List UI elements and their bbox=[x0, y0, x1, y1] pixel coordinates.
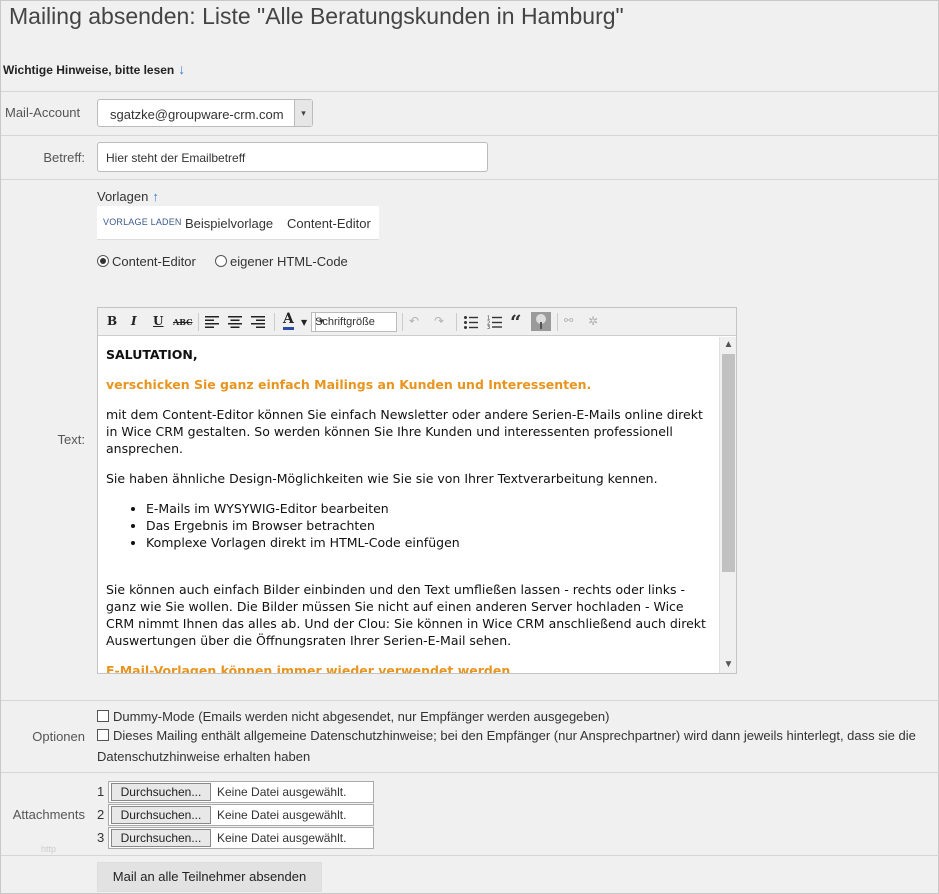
subject-input[interactable]: Hier steht der Emailbetreff bbox=[97, 142, 488, 172]
important-hints-link[interactable]: Wichtige Hinweise, bitte lesen ↓ bbox=[3, 61, 185, 77]
editor-content[interactable]: SALUTATION, verschicken Sie ganz einfach… bbox=[98, 337, 718, 673]
list-item: E-Mails im WYSYWIG-Editor bearbeiten bbox=[146, 500, 710, 517]
arrow-down-icon: ↓ bbox=[178, 61, 186, 77]
attachments-label: Attachments bbox=[12, 807, 85, 822]
chevron-down-icon[interactable]: ▼ bbox=[301, 318, 307, 327]
load-template-button[interactable]: VORLAGE LADEN bbox=[103, 217, 182, 227]
chevron-up-icon[interactable]: ▲ bbox=[720, 337, 737, 353]
browse-button[interactable]: Durchsuchen... bbox=[111, 783, 211, 801]
attachment-number: 2 bbox=[97, 807, 105, 822]
chevron-down-icon: ▼ bbox=[315, 313, 327, 331]
content-editor: B I U ABC A ▼ Schriftgröße ▼ ↶ ↷ 123 “ ⚯ bbox=[97, 307, 737, 674]
privacy-option[interactable]: Dieses Mailing enthält allgemeine Datens… bbox=[97, 728, 916, 743]
list-item: Komplexe Vorlagen direkt im HTML-Code ei… bbox=[146, 534, 710, 551]
radio-label: eigener HTML-Code bbox=[230, 254, 348, 269]
radio-label: Content-Editor bbox=[112, 254, 196, 269]
browse-button[interactable]: Durchsuchen... bbox=[111, 806, 211, 824]
align-left-icon[interactable] bbox=[205, 316, 219, 328]
toolbar-separator bbox=[402, 313, 403, 331]
toolbar-separator bbox=[198, 313, 199, 331]
toolbar-separator bbox=[456, 313, 457, 331]
paragraph: Sie haben ähnliche Design-Möglichkeiten … bbox=[106, 471, 658, 486]
bold-button[interactable]: B bbox=[107, 314, 117, 328]
file-status: Keine Datei ausgewählt. bbox=[217, 785, 347, 799]
divider bbox=[1, 855, 939, 856]
browse-button[interactable]: Durchsuchen... bbox=[111, 829, 211, 847]
paragraph: Sie können auch einfach Bilder einbinden… bbox=[106, 582, 706, 648]
redo-icon[interactable]: ↷ bbox=[434, 314, 444, 328]
divider bbox=[1, 772, 939, 773]
link-icon[interactable]: ⚯ bbox=[564, 314, 573, 327]
attachment-number: 3 bbox=[97, 830, 105, 845]
underline-button[interactable]: U bbox=[153, 314, 163, 328]
page-title: Mailing absenden: Liste "Alle Beratungsk… bbox=[9, 3, 624, 29]
chevron-down-icon[interactable]: ▾ bbox=[294, 100, 312, 126]
numbered-list-icon[interactable]: 123 bbox=[487, 315, 502, 329]
headline: verschicken Sie ganz einfach Mailings an… bbox=[106, 377, 592, 392]
vorlagen-label: Vorlagen bbox=[97, 189, 149, 204]
italic-button[interactable]: I bbox=[131, 314, 137, 328]
text-label: Text: bbox=[57, 432, 85, 447]
optionen-label: Optionen bbox=[32, 729, 85, 744]
template-item[interactable]: Content-Editor bbox=[287, 216, 371, 231]
radio-html-code[interactable]: eigener HTML-Code bbox=[215, 254, 348, 269]
headline: E-Mail-Vorlagen können immer wieder verw… bbox=[106, 663, 511, 673]
divider bbox=[1, 700, 939, 701]
scrollbar-thumb[interactable] bbox=[722, 354, 735, 572]
vorlagen-toggle[interactable]: Vorlagen ↑ bbox=[97, 189, 159, 204]
dummy-mode-option[interactable]: Dummy-Mode (Emails werden nicht abgesend… bbox=[97, 709, 609, 724]
toolbar-separator bbox=[274, 313, 275, 331]
mail-account-select[interactable]: sgatzke@groupware-crm.com ▾ bbox=[97, 99, 313, 127]
align-right-icon[interactable] bbox=[251, 316, 265, 328]
font-size-select[interactable]: Schriftgröße ▼ bbox=[311, 312, 397, 332]
salutation: SALUTATION, bbox=[106, 347, 198, 362]
blockquote-icon[interactable]: “ bbox=[510, 310, 522, 334]
bullet-list: E-Mails im WYSYWIG-Editor bearbeiten Das… bbox=[146, 500, 710, 551]
radio-checked-icon[interactable] bbox=[97, 255, 109, 267]
font-color-button[interactable]: A bbox=[283, 312, 294, 330]
mail-account-value: sgatzke@groupware-crm.com bbox=[110, 107, 284, 122]
send-mail-button[interactable]: Mail an alle Teilnehmer absenden bbox=[97, 862, 322, 892]
radio-content-editor[interactable]: Content-Editor bbox=[97, 254, 196, 269]
strikethrough-button[interactable]: ABC bbox=[173, 317, 192, 327]
checkbox-unchecked-icon[interactable] bbox=[97, 710, 109, 722]
file-status: Keine Datei ausgewählt. bbox=[217, 831, 347, 845]
attachment-number: 1 bbox=[97, 784, 105, 799]
file-status: Keine Datei ausgewählt. bbox=[217, 808, 347, 822]
betreff-label: Betreff: bbox=[43, 150, 85, 165]
hint-label: Wichtige Hinweise, bitte lesen bbox=[3, 63, 175, 77]
image-icon[interactable] bbox=[531, 312, 551, 331]
subject-value: Hier steht der Emailbetreff bbox=[106, 151, 246, 165]
chevron-down-icon[interactable]: ▼ bbox=[720, 657, 737, 673]
svg-text:3: 3 bbox=[487, 325, 490, 329]
template-item[interactable]: Beispielvorlage bbox=[185, 216, 273, 231]
divider bbox=[1, 135, 939, 136]
http-label: http bbox=[41, 844, 57, 854]
editor-scrollbar[interactable]: ▲ ▼ bbox=[719, 337, 736, 673]
radio-unchecked-icon[interactable] bbox=[215, 255, 227, 267]
undo-icon[interactable]: ↶ bbox=[409, 314, 419, 328]
editor-toolbar: B I U ABC A ▼ Schriftgröße ▼ ↶ ↷ 123 “ ⚯ bbox=[98, 308, 736, 336]
list-item: Das Ergebnis im Browser betrachten bbox=[146, 517, 710, 534]
unlink-icon[interactable]: ✲ bbox=[588, 314, 598, 328]
toolbar-separator bbox=[557, 313, 558, 331]
privacy-option-cont: Datenschutzhinweise erhalten haben bbox=[97, 749, 311, 764]
checkbox-unchecked-icon[interactable] bbox=[97, 729, 109, 741]
mailing-form: Mailing absenden: Liste "Alle Beratungsk… bbox=[0, 0, 939, 894]
paragraph: mit dem Content-Editor können Sie einfac… bbox=[106, 407, 703, 456]
vorlagen-bar: VORLAGE LADEN Beispielvorlage Content-Ed… bbox=[97, 206, 379, 240]
file-input[interactable]: Durchsuchen... Keine Datei ausgewählt. bbox=[108, 781, 374, 803]
option-label: Dieses Mailing enthält allgemeine Datens… bbox=[113, 728, 916, 743]
arrow-up-icon: ↑ bbox=[152, 189, 159, 204]
align-center-icon[interactable] bbox=[228, 316, 242, 328]
divider bbox=[1, 91, 939, 92]
file-input[interactable]: Durchsuchen... Keine Datei ausgewählt. bbox=[108, 804, 374, 826]
divider bbox=[1, 179, 939, 180]
bullet-list-icon[interactable] bbox=[464, 316, 478, 329]
file-input[interactable]: Durchsuchen... Keine Datei ausgewählt. bbox=[108, 827, 374, 849]
option-label: Dummy-Mode (Emails werden nicht abgesend… bbox=[113, 709, 610, 724]
mail-account-label: Mail-Account bbox=[5, 105, 81, 120]
